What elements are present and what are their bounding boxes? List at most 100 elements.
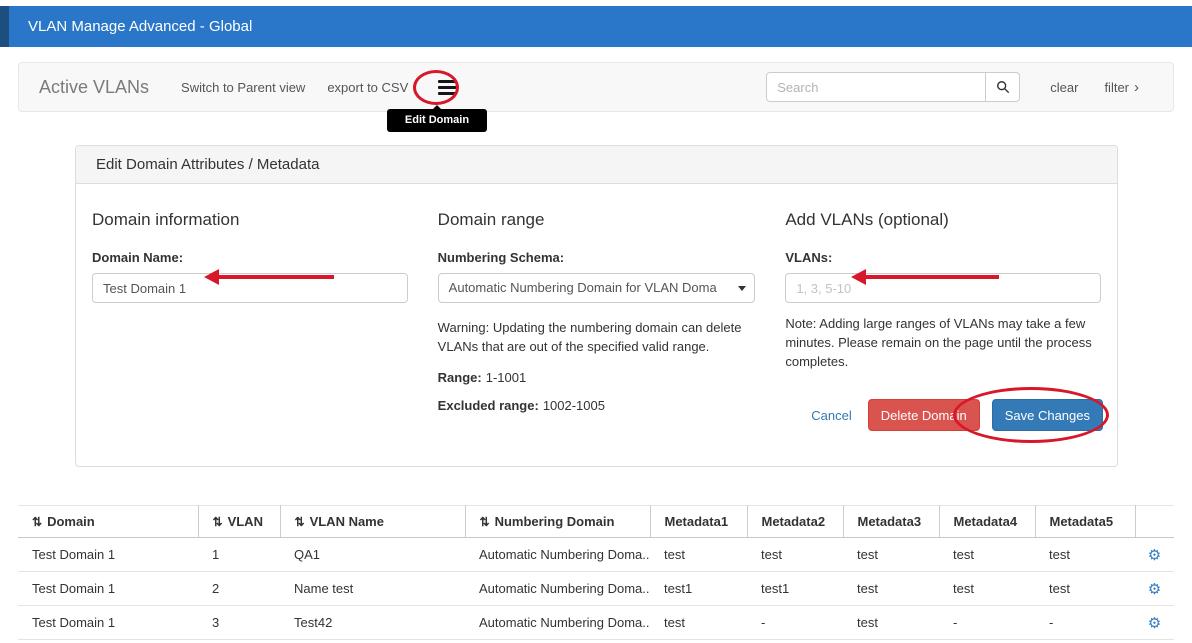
menu-bar	[438, 86, 457, 89]
clear-link[interactable]: clear	[1050, 80, 1078, 95]
column-header-metadata4: Metadata4	[939, 506, 1035, 538]
column-header-vlan-name[interactable]: ⇅ VLAN Name	[280, 506, 465, 538]
column-label: Metadata4	[954, 514, 1018, 529]
column-label: Metadata1	[665, 514, 729, 529]
edit-domain-tooltip: Edit Domain	[387, 109, 487, 132]
table-cell: test	[843, 606, 939, 640]
column-header-domain[interactable]: ⇅ Domain	[18, 506, 198, 538]
column-label: VLAN Name	[310, 514, 384, 529]
table-cell: Test Domain 1	[18, 572, 198, 606]
vlans-label: VLANs:	[785, 250, 1101, 265]
table-header: ⇅ Domain ⇅ VLAN ⇅ VLAN Name ⇅Numbering Domain M…	[18, 506, 1174, 538]
active-vlans-title: Active VLANs	[39, 77, 149, 98]
range-label: Range:	[438, 370, 482, 385]
excluded-range-label: Excluded range:	[438, 398, 539, 413]
gear-icon[interactable]: ⚙	[1148, 547, 1161, 564]
vlans-note-text: Note: Adding large ranges of VLANs may t…	[785, 315, 1101, 372]
chevron-right-icon: ›	[1134, 80, 1139, 95]
search-group	[766, 72, 1020, 102]
cancel-link[interactable]: Cancel	[811, 408, 851, 423]
gear-icon[interactable]: ⚙	[1148, 615, 1161, 632]
excluded-range-value: 1002-1005	[543, 398, 605, 413]
table-cell: test	[747, 538, 843, 572]
panel-body: Domain information Domain Name: Domain r…	[76, 184, 1117, 429]
row-actions-cell: ⚙	[1135, 572, 1174, 606]
sort-icon: ⇅	[32, 515, 42, 529]
column-header-metadata1: Metadata1	[650, 506, 747, 538]
filter-label: filter	[1104, 80, 1129, 95]
table-cell: Test Domain 1	[18, 606, 198, 640]
table-cell: -	[939, 606, 1035, 640]
table-cell: test	[843, 572, 939, 606]
tooltip-label: Edit Domain	[405, 114, 469, 126]
domain-range-section: Domain range Numbering Schema: Automatic…	[438, 200, 756, 413]
edit-domain-panel: Edit Domain Attributes / Metadata Domain…	[75, 145, 1118, 467]
table-cell: test	[939, 572, 1035, 606]
vlan-table: ⇅ Domain ⇅ VLAN ⇅ VLAN Name ⇅Numbering Domain M…	[18, 505, 1174, 640]
delete-domain-button[interactable]: Delete Domain	[868, 399, 980, 431]
column-label: Metadata2	[762, 514, 826, 529]
range-warning-text: Warning: Updating the numbering domain c…	[438, 319, 756, 357]
table-body: Test Domain 11QA1Automatic Numbering Dom…	[18, 538, 1174, 640]
menu-icon[interactable]	[434, 75, 461, 100]
table-cell: -	[747, 606, 843, 640]
sort-icon: ⇅	[295, 515, 305, 529]
range-line: Range:1-1001	[438, 370, 756, 385]
table-cell: Name test	[280, 572, 465, 606]
menu-bar	[438, 92, 457, 95]
table-cell: Automatic Numbering Doma...	[465, 538, 650, 572]
column-header-metadata2: Metadata2	[747, 506, 843, 538]
table-cell: Automatic Numbering Doma...	[465, 606, 650, 640]
column-header-numbering-domain[interactable]: ⇅Numbering Domain	[465, 506, 650, 538]
header-left-edge	[0, 6, 9, 47]
domain-name-input[interactable]	[92, 273, 408, 303]
vlans-input[interactable]	[785, 273, 1101, 303]
sort-icon: ⇅	[480, 515, 490, 529]
column-header-metadata3: Metadata3	[843, 506, 939, 538]
table-row: Test Domain 12Name testAutomatic Numberi…	[18, 572, 1174, 606]
table-cell: test1	[650, 572, 747, 606]
table-row: Test Domain 11QA1Automatic Numbering Dom…	[18, 538, 1174, 572]
menu-bar	[438, 80, 457, 83]
table-cell: 2	[198, 572, 280, 606]
table-cell: test	[1035, 538, 1135, 572]
search-input[interactable]	[766, 72, 986, 102]
column-label: VLAN	[228, 514, 263, 529]
search-button[interactable]	[986, 72, 1020, 102]
table-cell: -	[1035, 606, 1135, 640]
sort-icon: ⇅	[213, 515, 223, 529]
column-label: Metadata3	[858, 514, 922, 529]
row-actions-cell: ⚙	[1135, 606, 1174, 640]
add-vlans-heading: Add VLANs (optional)	[785, 210, 1101, 230]
table-cell: Test42	[280, 606, 465, 640]
table-cell: test1	[747, 572, 843, 606]
switch-parent-view-link[interactable]: Switch to Parent view	[181, 80, 305, 95]
table-cell: 3	[198, 606, 280, 640]
page-title: VLAN Manage Advanced - Global	[28, 6, 252, 47]
page: VLAN Manage Advanced - Global Active VLA…	[0, 0, 1192, 643]
toolbar: Active VLANs Switch to Parent view expor…	[18, 62, 1174, 112]
add-vlans-section: Add VLANs (optional) VLANs: Note: Adding…	[785, 200, 1101, 413]
gear-icon[interactable]: ⚙	[1148, 581, 1161, 598]
table-cell: test	[1035, 572, 1135, 606]
table-cell: test	[650, 606, 747, 640]
row-actions-cell: ⚙	[1135, 538, 1174, 572]
table-cell: test	[843, 538, 939, 572]
table-cell: test	[650, 538, 747, 572]
column-header-vlan[interactable]: ⇅ VLAN	[198, 506, 280, 538]
app-header: VLAN Manage Advanced - Global	[0, 6, 1192, 47]
table-cell: QA1	[280, 538, 465, 572]
excluded-range-line: Excluded range: 1002-1005	[438, 398, 756, 413]
column-header-actions	[1135, 506, 1174, 538]
domain-name-label: Domain Name:	[92, 250, 408, 265]
numbering-schema-select[interactable]: Automatic Numbering Domain for VLAN Doma	[438, 273, 756, 303]
domain-information-section: Domain information Domain Name:	[92, 200, 408, 413]
column-label: Domain	[47, 514, 95, 529]
filter-link[interactable]: filter ›	[1104, 80, 1139, 95]
numbering-schema-value: Automatic Numbering Domain for VLAN Doma	[449, 280, 717, 295]
domain-info-heading: Domain information	[92, 210, 408, 230]
panel-title: Edit Domain Attributes / Metadata	[76, 146, 1117, 184]
save-changes-button[interactable]: Save Changes	[992, 399, 1103, 431]
table-cell: Test Domain 1	[18, 538, 198, 572]
export-csv-link[interactable]: export to CSV	[327, 80, 408, 95]
